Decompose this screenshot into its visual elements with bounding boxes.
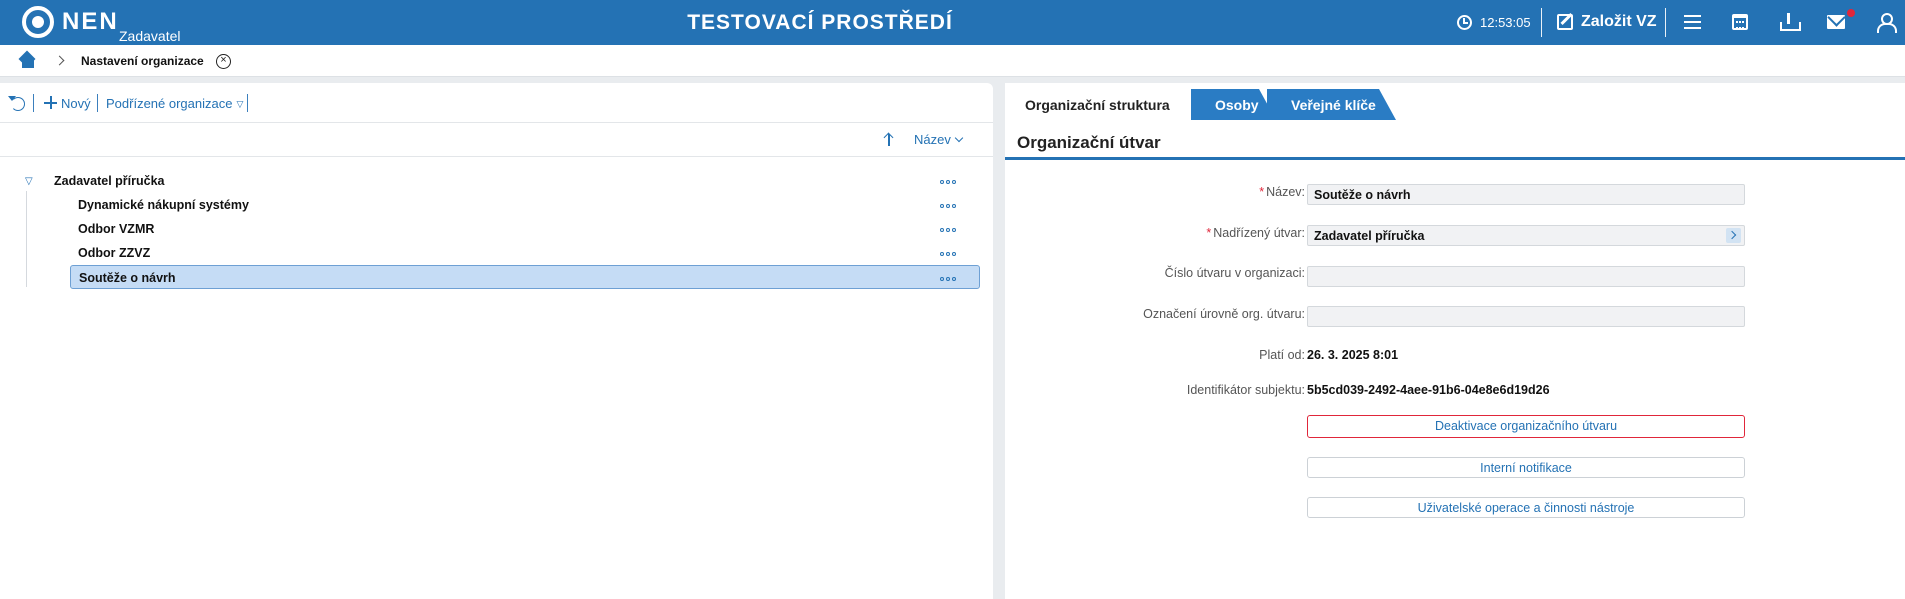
header-divider xyxy=(1541,8,1542,37)
sort-by-dropdown[interactable]: Název xyxy=(914,132,964,147)
sort-ascending-icon[interactable] xyxy=(883,132,895,146)
new-button[interactable]: Nový xyxy=(61,96,91,111)
environment-title: TESTOVACÍ PROSTŘEDÍ xyxy=(687,11,953,34)
header-divider xyxy=(1665,8,1666,37)
tree-node-root[interactable]: ▽ Zadavatel příručka xyxy=(0,169,993,193)
notification-badge xyxy=(1847,9,1855,17)
tree-node[interactable]: Dynamické nákupní systémy xyxy=(70,193,980,217)
parent-unit-label: * Nadřízený útvar: xyxy=(1206,226,1305,240)
subject-id-value: 5b5cd039-2492-4aee-91b6-04e8e6d19d26 xyxy=(1307,383,1550,397)
session-clock: 12:53:05 xyxy=(1480,15,1531,30)
tree-collapse-icon[interactable]: ▽ xyxy=(25,176,33,187)
unit-number-field[interactable] xyxy=(1307,266,1745,287)
more-options-icon[interactable] xyxy=(940,180,958,184)
tree-node[interactable]: Odbor ZZVZ xyxy=(70,241,980,265)
create-tender-button[interactable]: Založit VZ xyxy=(1581,13,1657,31)
edit-icon[interactable] xyxy=(1557,14,1573,30)
valid-from-label: Platí od: xyxy=(1259,348,1305,362)
clock-icon xyxy=(1457,15,1472,30)
tree-node-label: Soutěže o návrh xyxy=(79,271,176,285)
required-marker: * xyxy=(1206,226,1212,240)
plus-icon[interactable] xyxy=(44,96,57,109)
tab-org-structure[interactable]: Organizační struktura xyxy=(1005,89,1185,120)
subject-id-label: Identifikátor subjektu: xyxy=(1186,383,1305,397)
tree-node-label: Dynamické nákupní systémy xyxy=(78,198,249,212)
chevron-right-icon[interactable] xyxy=(1726,228,1741,243)
unit-number-label: Číslo útvaru v organizaci: xyxy=(1164,266,1305,280)
detail-tabs: Organizační struktura Osoby Veřejné klíč… xyxy=(1005,89,1905,120)
user-operations-button[interactable]: Uživatelské operace a činnosti nástroje xyxy=(1307,497,1745,518)
toolbar-divider xyxy=(97,94,98,112)
hamburger-menu-icon[interactable] xyxy=(1684,15,1701,29)
download-icon[interactable] xyxy=(1780,13,1801,31)
section-title: Organizační útvar xyxy=(1005,123,1905,160)
name-label: * Název: xyxy=(1259,185,1305,199)
mail-icon[interactable] xyxy=(1827,15,1845,29)
tree-node-label: Zadavatel příručka xyxy=(54,174,165,188)
toolbar-divider xyxy=(247,94,248,112)
chevron-right-icon xyxy=(54,55,65,66)
unit-level-label: Označení úrovně org. útvaru: xyxy=(1143,307,1305,321)
sort-by-label: Název xyxy=(914,132,951,147)
chevron-down-icon xyxy=(954,133,964,143)
org-tree-panel: Nový Podřízené organizace ▽ Název ▽ Zadav… xyxy=(0,83,993,599)
more-options-icon[interactable] xyxy=(940,277,958,281)
sub-organizations-label: Podřízené organizace xyxy=(106,96,233,111)
tab-persons[interactable]: Osoby xyxy=(1191,89,1276,120)
valid-from-value: 26. 3. 2025 8:01 xyxy=(1307,348,1399,362)
name-field[interactable]: Soutěže o návrh xyxy=(1307,184,1745,205)
toolbar-divider xyxy=(33,94,34,112)
more-options-icon[interactable] xyxy=(940,252,958,256)
more-options-icon[interactable] xyxy=(940,228,958,232)
more-options-icon[interactable] xyxy=(940,204,958,208)
sub-organizations-dropdown[interactable]: Podřízené organizace ▽ xyxy=(106,96,243,111)
top-bar: NEN Zadavatel TESTOVACÍ PROSTŘEDÍ 12:53:… xyxy=(0,0,1905,45)
internal-notifications-button[interactable]: Interní notifikace xyxy=(1307,457,1745,478)
close-tab-icon[interactable]: × xyxy=(216,54,231,69)
breadcrumb: Nastavení organizace × xyxy=(0,45,1905,77)
deactivate-unit-button[interactable]: Deaktivace organizačního útvaru xyxy=(1307,415,1745,438)
home-icon[interactable] xyxy=(19,53,37,68)
sort-bar: Název xyxy=(0,123,993,157)
breadcrumb-current[interactable]: Nastavení organizace xyxy=(81,54,204,68)
tree-toolbar: Nový Podřízené organizace ▽ xyxy=(0,83,993,123)
detail-panel: Organizační struktura Osoby Veřejné klíč… xyxy=(1005,83,1905,599)
tree-node-label: Odbor ZZVZ xyxy=(78,246,151,260)
parent-unit-value: Zadavatel příručka xyxy=(1314,229,1425,243)
calendar-icon[interactable] xyxy=(1732,14,1748,30)
tree-node[interactable]: Odbor VZMR xyxy=(70,217,980,241)
tree-node-label: Odbor VZMR xyxy=(78,222,155,236)
tab-public-keys[interactable]: Veřejné klíče xyxy=(1267,89,1396,120)
required-marker: * xyxy=(1259,185,1265,199)
user-icon[interactable] xyxy=(1877,13,1897,33)
tree-node-selected[interactable]: Soutěže o návrh xyxy=(70,265,980,289)
triangle-down-icon: ▽ xyxy=(236,99,244,109)
parent-unit-field[interactable]: Zadavatel příručka xyxy=(1307,225,1745,246)
refresh-icon[interactable] xyxy=(8,96,25,111)
unit-level-field[interactable] xyxy=(1307,306,1745,327)
tree-guide-line xyxy=(26,191,27,287)
